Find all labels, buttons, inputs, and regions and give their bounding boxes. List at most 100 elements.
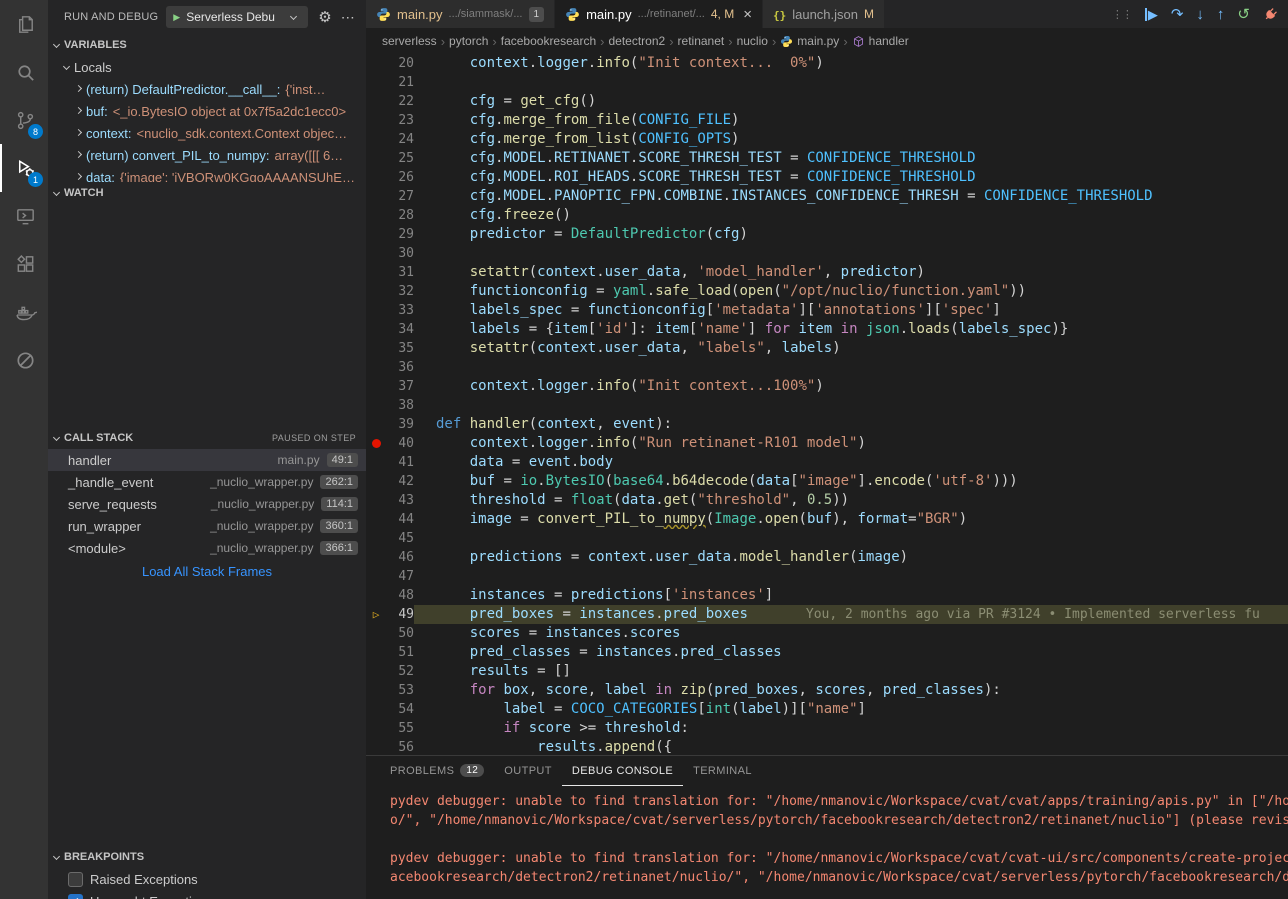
breakpoint-gutter[interactable] <box>366 434 386 453</box>
code-line[interactable]: 20 context.logger.info("Init context... … <box>366 54 1288 73</box>
breakpoint-gutter[interactable] <box>366 244 386 263</box>
code-line[interactable]: 34 labels = {item['id']: item['name'] fo… <box>366 320 1288 339</box>
activity-bar-search[interactable] <box>0 48 48 96</box>
continue-button[interactable]: ▶ <box>1145 8 1158 21</box>
breakpoint-gutter[interactable] <box>366 396 386 415</box>
drag-grip-icon[interactable]: ⋮⋮ <box>1112 8 1132 21</box>
breadcrumb-item[interactable]: retinanet <box>678 34 725 48</box>
breakpoint-gutter[interactable]: ▷ <box>366 605 386 624</box>
breakpoint-gutter[interactable] <box>366 187 386 206</box>
code-line[interactable]: 54 label = COCO_CATEGORIES[int(label)]["… <box>366 700 1288 719</box>
editor-tab[interactable]: {}launch.jsonM <box>763 0 885 28</box>
code-line[interactable]: 26 cfg.MODEL.ROI_HEADS.SCORE_THRESH_TEST… <box>366 168 1288 187</box>
breakpoint-checkbox[interactable]: ✓ <box>68 872 83 887</box>
breakpoint-gutter[interactable] <box>366 358 386 377</box>
activity-bar-remote-explorer[interactable] <box>0 192 48 240</box>
launch-config-select[interactable]: ▶ Serverless Debu <box>166 6 308 28</box>
step-into-button[interactable]: ↓ <box>1196 7 1204 22</box>
breadcrumb-item[interactable]: detectron2 <box>608 34 665 48</box>
breakpoint-gutter[interactable] <box>366 567 386 586</box>
code-line[interactable]: 21 <box>366 73 1288 92</box>
activity-bar-run-and-debug[interactable]: 1 <box>0 144 48 192</box>
stack-frame[interactable]: serve_requests_nuclio_wrapper.py114:1 <box>48 493 366 515</box>
breakpoint-row[interactable]: ✓Raised Exceptions <box>48 868 366 890</box>
breakpoint-gutter[interactable] <box>366 339 386 358</box>
code-line[interactable]: 31 setattr(context.user_data, 'model_han… <box>366 263 1288 282</box>
breakpoint-gutter[interactable] <box>366 548 386 567</box>
code-line[interactable]: 39def handler(context, event): <box>366 415 1288 434</box>
code-line[interactable]: 37 context.logger.info("Init context...1… <box>366 377 1288 396</box>
breakpoint-gutter[interactable] <box>366 510 386 529</box>
breakpoint-gutter[interactable] <box>366 415 386 434</box>
activity-bar-extensions[interactable] <box>0 240 48 288</box>
breakpoint-gutter[interactable] <box>366 54 386 73</box>
breakpoint-gutter[interactable] <box>366 586 386 605</box>
breadcrumb-item[interactable]: pytorch <box>449 34 488 48</box>
panel-tab-debug-console[interactable]: DEBUG CONSOLE <box>562 756 683 786</box>
breakpoint-gutter[interactable] <box>366 130 386 149</box>
restart-button[interactable]: ↺ <box>1237 7 1250 22</box>
code-line[interactable]: 35 setattr(context.user_data, "labels", … <box>366 339 1288 358</box>
breakpoint-gutter[interactable] <box>366 472 386 491</box>
close-icon[interactable]: × <box>743 6 752 23</box>
stack-frame[interactable]: <module>_nuclio_wrapper.py366:1 <box>48 537 366 559</box>
code-line[interactable]: 23 cfg.merge_from_file(CONFIG_FILE) <box>366 111 1288 130</box>
variable-row[interactable]: buf:<_io.BytesIO object at 0x7f5a2dc1ecc… <box>48 100 366 122</box>
variables-section-header[interactable]: VARIABLES <box>48 34 366 56</box>
breakpoint-gutter[interactable] <box>366 282 386 301</box>
step-over-button[interactable]: ↷ <box>1171 7 1184 22</box>
breakpoint-gutter[interactable] <box>366 529 386 548</box>
breakpoint-gutter[interactable] <box>366 719 386 738</box>
disconnect-button[interactable] <box>1263 7 1278 22</box>
stack-frame[interactable]: _handle_event_nuclio_wrapper.py262:1 <box>48 471 366 493</box>
code-line[interactable]: 55 if score >= threshold: <box>366 719 1288 738</box>
editor-tab[interactable]: main.py.../retinanet/...4, M× <box>555 0 763 28</box>
editor-tab[interactable]: main.py.../siammask/...1 <box>366 0 555 28</box>
breakpoint-gutter[interactable] <box>366 624 386 643</box>
code-line[interactable]: 45 <box>366 529 1288 548</box>
breakpoint-row[interactable]: ✓Uncaught Exceptions <box>48 890 366 899</box>
breakpoint-gutter[interactable] <box>366 92 386 111</box>
breakpoint-gutter[interactable] <box>366 662 386 681</box>
code-line[interactable]: 50 scores = instances.scores <box>366 624 1288 643</box>
gear-icon[interactable]: ⚙ <box>318 8 331 26</box>
breakpoint-gutter[interactable] <box>366 320 386 339</box>
code-line[interactable]: 43 threshold = float(data.get("threshold… <box>366 491 1288 510</box>
code-line[interactable]: 47 <box>366 567 1288 586</box>
panel-tab-terminal[interactable]: TERMINAL <box>683 756 762 786</box>
more-actions-icon[interactable]: ⋯ <box>341 9 356 26</box>
code-line[interactable]: 36 <box>366 358 1288 377</box>
breakpoint-gutter[interactable] <box>366 168 386 187</box>
activity-bar-explorer[interactable] <box>0 0 48 48</box>
code-line[interactable]: 22 cfg = get_cfg() <box>366 92 1288 111</box>
breadcrumb-item[interactable]: handler <box>852 34 909 48</box>
activity-bar-source-control[interactable]: 8 <box>0 96 48 144</box>
code-editor[interactable]: 20 context.logger.info("Init context... … <box>366 54 1288 755</box>
code-line[interactable]: 51 pred_classes = instances.pred_classes <box>366 643 1288 662</box>
breakpoint-gutter[interactable] <box>366 491 386 510</box>
code-line[interactable]: 27 cfg.MODEL.PANOPTIC_FPN.COMBINE.INSTAN… <box>366 187 1288 206</box>
code-line[interactable]: 44 image = convert_PIL_to_numpy(Image.op… <box>366 510 1288 529</box>
variable-row[interactable]: context:<nuclio_sdk.context.Context obje… <box>48 122 366 144</box>
code-line[interactable]: 33 labels_spec = functionconfig['metadat… <box>366 301 1288 320</box>
code-line[interactable]: 38 <box>366 396 1288 415</box>
breakpoint-gutter[interactable] <box>366 301 386 320</box>
code-line[interactable]: 40 context.logger.info("Run retinanet-R1… <box>366 434 1288 453</box>
breakpoints-section-header[interactable]: BREAKPOINTS <box>48 846 366 868</box>
breakpoint-gutter[interactable] <box>366 149 386 168</box>
code-line[interactable]: 46 predictions = context.user_data.model… <box>366 548 1288 567</box>
activity-bar-circle-extension[interactable] <box>0 336 48 384</box>
variable-row[interactable]: (return) convert_PIL_to_numpy:array([[[ … <box>48 144 366 166</box>
debug-console-output[interactable]: pydev debugger: unable to find translati… <box>366 786 1288 899</box>
breakpoint-gutter[interactable] <box>366 681 386 700</box>
breakpoint-gutter[interactable] <box>366 700 386 719</box>
breakpoint-gutter[interactable] <box>366 73 386 92</box>
breakpoint-gutter[interactable] <box>366 643 386 662</box>
watch-section-header[interactable]: WATCH <box>48 182 366 204</box>
breakpoint-gutter[interactable] <box>366 738 386 755</box>
panel-tab-problems[interactable]: PROBLEMS12 <box>380 756 494 786</box>
stack-frame[interactable]: handlermain.py49:1 <box>48 449 366 471</box>
breadcrumb-item[interactable]: facebookresearch <box>501 34 596 48</box>
variables-scope-locals[interactable]: Locals <box>48 56 366 78</box>
activity-bar-docker[interactable] <box>0 288 48 336</box>
